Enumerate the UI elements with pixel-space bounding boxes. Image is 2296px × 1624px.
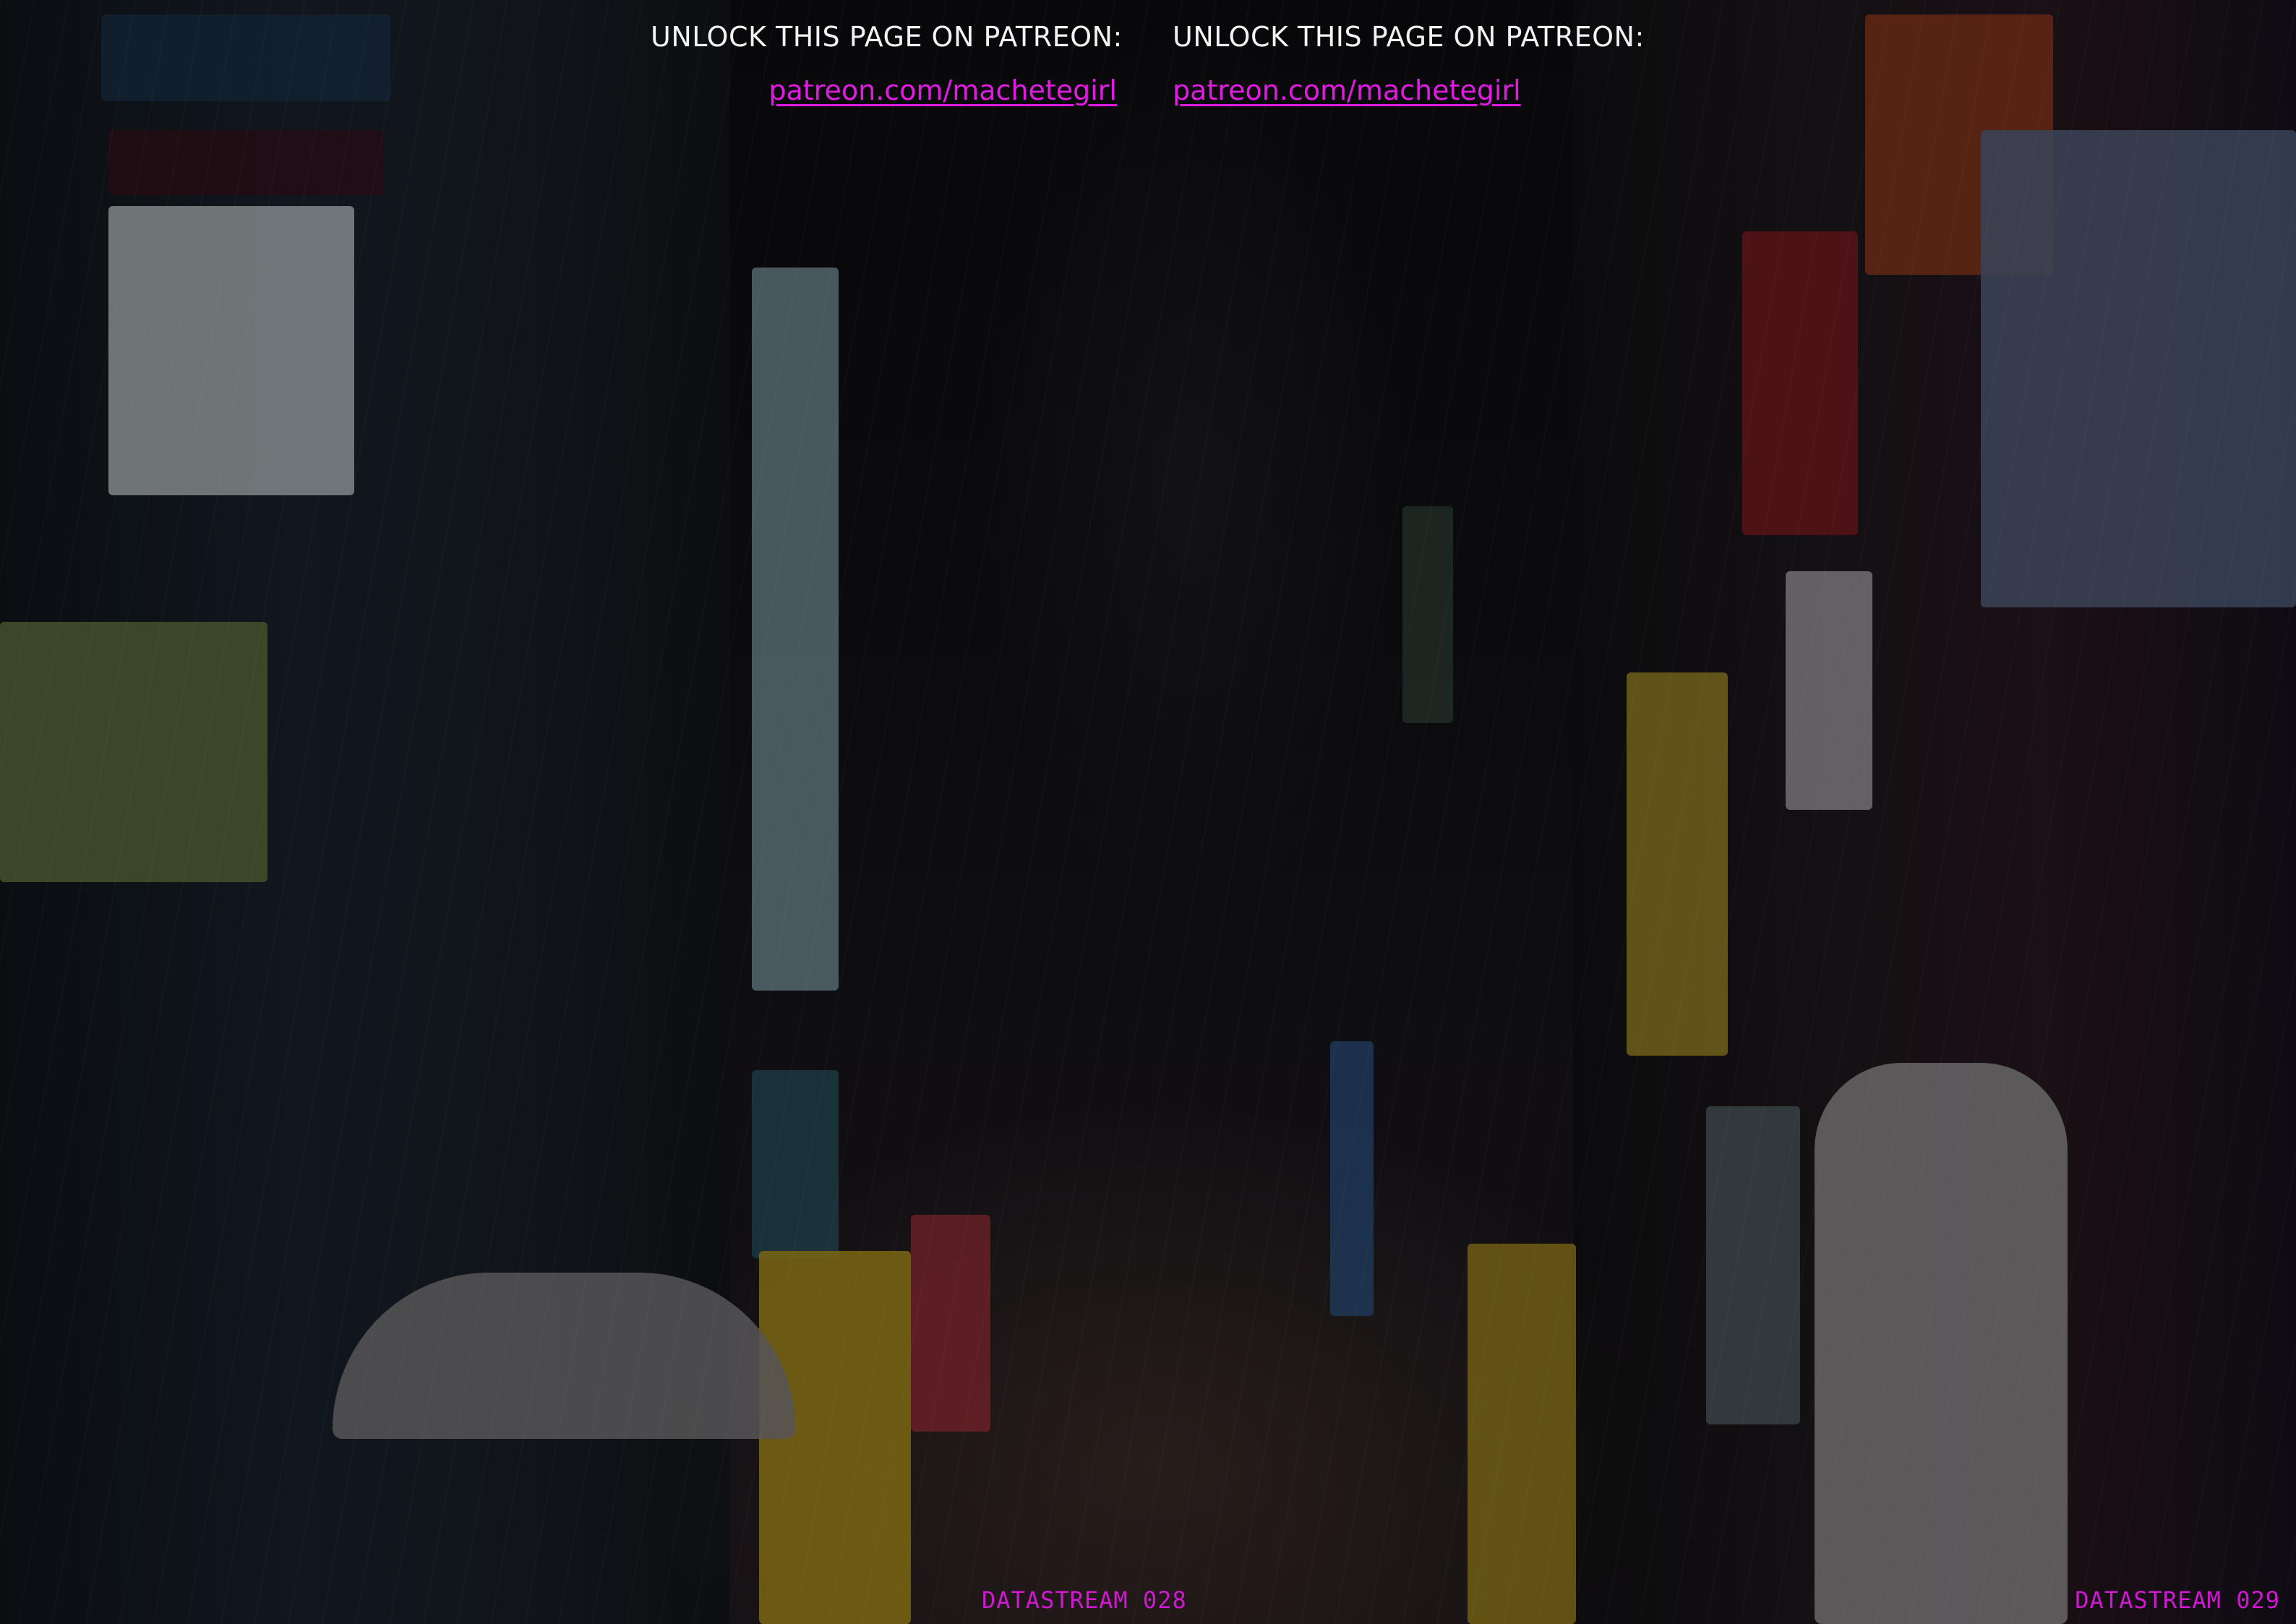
- right-buildings: [1573, 0, 2296, 1624]
- neon-sign: [1981, 130, 2296, 607]
- neon-sign: [108, 130, 383, 195]
- comic-page-spread: UNLOCK THIS PAGE ON PATREON: patreon.com…: [0, 0, 2296, 1624]
- neon-sign: [759, 1251, 911, 1624]
- neon-sign: [1865, 14, 2053, 275]
- neon-sign: [108, 206, 354, 495]
- left-page-label: DATASTREAM 028: [982, 1586, 1187, 1614]
- left-unlock-block: UNLOCK THIS PAGE ON PATREON: patreon.com…: [651, 20, 1123, 108]
- neon-sign: [1330, 1041, 1374, 1316]
- dark-overlay: [0, 0, 2296, 1624]
- left-buildings: [0, 0, 730, 1624]
- neon-sign: [101, 14, 390, 101]
- right-unlock-block: UNLOCK THIS PAGE ON PATREON: patreon.com…: [1173, 20, 1645, 108]
- umbrella: [333, 1273, 795, 1439]
- background-photo-street-scene: [0, 0, 2296, 1624]
- neon-sign: [1627, 672, 1728, 1056]
- neon-sign: [1815, 1063, 2068, 1624]
- neon-sign: [1706, 1106, 1800, 1424]
- left-unlock-text: UNLOCK THIS PAGE ON PATREON:: [651, 21, 1123, 53]
- neon-sign: [1402, 506, 1453, 723]
- right-patreon-link[interactable]: patreon.com/machetegirl: [1173, 74, 1521, 108]
- neon-sign: [911, 1215, 990, 1432]
- neon-sign: [1786, 571, 1872, 810]
- street-glow: [651, 1085, 1663, 1624]
- right-page-label: DATASTREAM 029: [2075, 1586, 2280, 1614]
- neon-sign: [1742, 231, 1858, 535]
- neon-sign: [752, 268, 839, 991]
- neon-sign: [1468, 1244, 1576, 1624]
- left-patreon-link[interactable]: patreon.com/machetegirl: [768, 74, 1117, 108]
- right-unlock-text: UNLOCK THIS PAGE ON PATREON:: [1173, 21, 1645, 53]
- neon-sign: [0, 622, 267, 882]
- neon-sign: [752, 1070, 839, 1258]
- rain-streaks: [0, 0, 2296, 1624]
